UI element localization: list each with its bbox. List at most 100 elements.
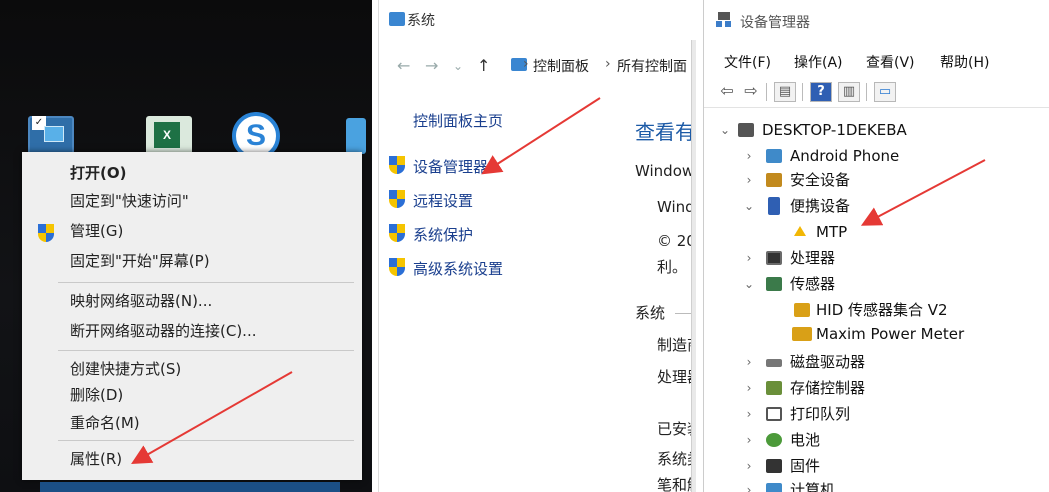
chevron-right-icon[interactable]: › <box>742 350 756 374</box>
tree-item-hid-sensor-collection[interactable]: HID 传感器集合 V2 <box>816 298 948 322</box>
computer-icon <box>766 483 782 492</box>
context-menu: 打开(O) 固定到"快速访问" 管理(G) 固定到"开始"屏幕(P) 映射网络驱… <box>22 152 362 480</box>
window-title: 设备管理器 <box>740 15 810 31</box>
tree-item-android-phone[interactable]: Android Phone <box>790 144 899 168</box>
back-arrow-icon[interactable]: ← <box>397 56 410 75</box>
tree-item-print-queues[interactable]: 打印队列 <box>790 402 850 426</box>
view-icon[interactable]: ▥ <box>838 82 860 102</box>
chevron-right-icon: › <box>605 56 611 72</box>
taskbar <box>40 482 340 492</box>
key-icon <box>766 173 782 187</box>
properties-icon[interactable]: ▤ <box>774 82 796 102</box>
computer-tree-icon <box>738 123 754 137</box>
sogou-logo-icon: S <box>245 119 266 152</box>
this-pc-icon[interactable]: ✓ <box>28 116 74 156</box>
menu-separator <box>58 350 354 351</box>
chevron-down-icon[interactable]: ⌄ <box>718 118 732 142</box>
menu-help[interactable]: 帮助(H) <box>940 52 989 72</box>
breadcrumb-all-items[interactable]: 所有控制面 <box>617 56 687 76</box>
menu-item-pin-quick-access[interactable]: 固定到"快速访问" <box>22 186 362 216</box>
uac-shield-icon <box>389 156 405 174</box>
tree-item-processors[interactable]: 处理器 <box>790 246 835 270</box>
chevron-right-icon[interactable]: › <box>742 478 756 492</box>
tree-item-batteries[interactable]: 电池 <box>790 428 820 452</box>
chevron-down-icon[interactable]: ⌄ <box>742 194 756 218</box>
chevron-right-icon[interactable]: › <box>742 454 756 478</box>
tree-item-disk-drives[interactable]: 磁盘驱动器 <box>790 350 865 374</box>
chevron-down-icon[interactable]: ⌄ <box>742 272 756 296</box>
help-icon[interactable]: ? <box>810 82 832 102</box>
tree-item-security-devices[interactable]: 安全设备 <box>790 168 850 192</box>
chevron-right-icon[interactable]: › <box>742 376 756 400</box>
uac-shield-icon <box>389 258 405 276</box>
chevron-right-icon[interactable]: › <box>742 144 756 168</box>
menu-item-map-drive[interactable]: 映射网络驱动器(N)... <box>22 286 362 316</box>
tree-item-computer[interactable]: 计算机 <box>790 478 835 492</box>
remote-settings-link[interactable]: 远程设置 <box>413 190 473 211</box>
up-arrow-icon[interactable]: ↑ <box>477 56 490 75</box>
advanced-system-settings-link[interactable]: 高级系统设置 <box>413 258 503 279</box>
back-arrow-icon[interactable]: ⇦ <box>716 82 738 102</box>
control-panel-home-link[interactable]: 控制面板主页 <box>413 110 503 131</box>
menu-item-rename[interactable]: 重命名(M) <box>22 408 362 438</box>
menu-file[interactable]: 文件(F) <box>724 52 771 72</box>
uac-shield-icon <box>389 224 405 242</box>
portable-device-icon <box>768 197 780 215</box>
monitor-icon <box>44 126 64 142</box>
menu-item-properties[interactable]: 属性(R) <box>22 444 362 474</box>
tree-item-mtp[interactable]: MTP <box>816 220 847 244</box>
warning-icon <box>794 226 806 236</box>
device-manager-window: 设备管理器 文件(F) 操作(A) 查看(V) 帮助(H) ⇦ ⇨ ▤ ? ▥ … <box>703 0 1049 492</box>
rights-text: 利。 <box>657 258 688 276</box>
menu-separator <box>58 282 354 283</box>
system-icon <box>389 12 405 26</box>
tree-item-storage-controllers[interactable]: 存储控制器 <box>790 376 865 400</box>
forward-arrow-icon[interactable]: ⇨ <box>740 82 762 102</box>
view-basic-info-heading: 查看有 <box>635 120 695 144</box>
chevron-right-icon[interactable]: › <box>742 246 756 270</box>
system-protection-link[interactable]: 系统保护 <box>413 224 473 245</box>
hid-sensor-icon <box>794 303 810 317</box>
firmware-icon <box>766 459 782 473</box>
uac-shield-icon <box>389 190 405 208</box>
chevron-right-icon[interactable]: › <box>742 428 756 452</box>
printer-icon <box>766 407 782 421</box>
device-manager-icon <box>716 12 732 28</box>
menu-bar: 文件(F) 操作(A) 查看(V) 帮助(H) <box>704 50 1049 72</box>
edge-icon[interactable] <box>346 118 366 154</box>
phone-icon <box>766 149 782 163</box>
device-manager-link[interactable]: 设备管理器 <box>413 156 488 177</box>
recent-dropdown-icon[interactable]: ⌄ <box>453 59 463 73</box>
menu-item-open[interactable]: 打开(O) <box>22 158 362 188</box>
excel-icon[interactable]: X <box>146 116 192 156</box>
toolbar-separator <box>766 83 767 101</box>
tree-item-firmware[interactable]: 固件 <box>790 454 820 478</box>
windows-edition-value: Wind <box>657 198 695 216</box>
battery-icon <box>766 433 782 447</box>
chevron-right-icon[interactable]: › <box>742 402 756 426</box>
tree-item-portable-devices[interactable]: 便携设备 <box>790 194 850 218</box>
breadcrumb-control-panel[interactable]: 控制面板 <box>533 56 589 76</box>
scan-hardware-icon[interactable]: ▭ <box>874 82 896 102</box>
menu-item-disconnect-drive[interactable]: 断开网络驱动器的连接(C)... <box>22 316 362 346</box>
chevron-right-icon[interactable]: › <box>742 168 756 192</box>
menu-item-pin-start[interactable]: 固定到"开始"屏幕(P) <box>22 246 362 276</box>
toolbar: ⇦ ⇨ ▤ ? ▥ ▭ <box>704 78 1049 108</box>
windows-edition-label: Windows <box>635 162 696 180</box>
menu-item-manage[interactable]: 管理(G) <box>22 216 362 246</box>
processor-icon <box>766 251 782 265</box>
forward-arrow-icon[interactable]: → <box>425 56 438 75</box>
menu-separator <box>58 440 354 441</box>
toolbar-separator <box>866 83 867 101</box>
power-meter-warning-icon <box>792 327 812 341</box>
address-bar[interactable]: ← → ⌄ ↑ › 控制面板 › 所有控制面 <box>379 52 696 78</box>
tree-item-sensors[interactable]: 传感器 <box>790 272 835 296</box>
storage-controller-icon <box>766 381 782 395</box>
tree-item-maxim-power-meter[interactable]: Maxim Power Meter <box>816 322 964 346</box>
menu-view[interactable]: 查看(V) <box>866 52 915 72</box>
menu-item-delete[interactable]: 删除(D) <box>22 380 362 410</box>
disk-drive-icon <box>766 359 782 367</box>
window-edge <box>691 40 696 492</box>
tree-root-computer[interactable]: DESKTOP-1DEKEBA <box>762 118 907 142</box>
menu-action[interactable]: 操作(A) <box>794 52 843 72</box>
